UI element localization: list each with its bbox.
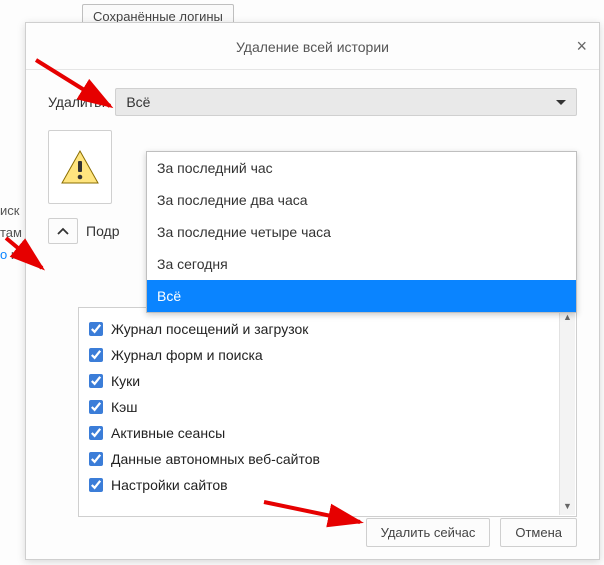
checkbox[interactable] <box>89 322 103 336</box>
time-range-select[interactable]: Всё <box>115 88 577 116</box>
checkbox[interactable] <box>89 452 103 466</box>
details-panel: Журнал посещений и загрузок Журнал форм и… <box>78 307 577 517</box>
scrollbar[interactable]: ▲ ▼ <box>559 309 575 515</box>
delete-now-button[interactable]: Удалить сейчас <box>366 518 491 547</box>
clear-history-dialog: Удаление всей истории × Удалить: Всё <box>25 22 600 560</box>
time-range-value: Всё <box>126 94 150 110</box>
details-toggle-button[interactable] <box>48 218 78 244</box>
bg-text-rest: и <box>7 247 18 262</box>
scroll-down-icon[interactable]: ▼ <box>561 499 575 513</box>
time-range-option[interactable]: За последний час <box>147 152 576 184</box>
checkbox[interactable] <box>89 400 103 414</box>
dialog-title: Удаление всей истории <box>236 39 389 55</box>
warning-icon <box>60 149 100 185</box>
checkbox-row: Настройки сайтов <box>89 472 566 498</box>
close-icon[interactable]: × <box>576 37 587 55</box>
chevron-down-icon <box>556 100 566 105</box>
checkbox-label: Активные сеансы <box>111 425 225 441</box>
checkbox[interactable] <box>89 426 103 440</box>
checkbox-row: Журнал форм и поиска <box>89 342 566 368</box>
checkbox[interactable] <box>89 478 103 492</box>
checkbox-row: Кэш <box>89 394 566 420</box>
checkbox-label: Куки <box>111 373 140 389</box>
time-range-option[interactable]: За последние два часа <box>147 184 576 216</box>
warning-box <box>48 130 112 204</box>
cancel-button[interactable]: Отмена <box>500 518 577 547</box>
background-text: иск там о и <box>0 200 22 266</box>
time-range-option[interactable]: За последние четыре часа <box>147 216 576 248</box>
checkbox-label: Кэш <box>111 399 138 415</box>
time-range-option[interactable]: Всё <box>147 280 576 312</box>
checkbox-row: Журнал посещений и загрузок <box>89 316 566 342</box>
checkbox-label: Журнал форм и поиска <box>111 347 263 363</box>
checkbox-row: Данные автономных веб-сайтов <box>89 446 566 472</box>
checkbox-label: Журнал посещений и загрузок <box>111 321 308 337</box>
details-label: Подр <box>86 223 120 239</box>
checkbox-row: Куки <box>89 368 566 394</box>
checkbox-label: Настройки сайтов <box>111 477 228 493</box>
time-range-option[interactable]: За сегодня <box>147 248 576 280</box>
checkbox[interactable] <box>89 374 103 388</box>
bg-text-2: там <box>0 222 22 244</box>
checkbox-label: Данные автономных веб-сайтов <box>111 451 320 467</box>
chevron-up-icon <box>57 227 69 235</box>
checkbox[interactable] <box>89 348 103 362</box>
bg-text-1: иск <box>0 200 22 222</box>
checkbox-row: Активные сеансы <box>89 420 566 446</box>
time-range-dropdown[interactable]: За последний часЗа последние два часаЗа … <box>146 151 577 313</box>
dialog-header: Удаление всей истории × <box>26 23 599 70</box>
delete-label: Удалить: <box>48 94 105 110</box>
